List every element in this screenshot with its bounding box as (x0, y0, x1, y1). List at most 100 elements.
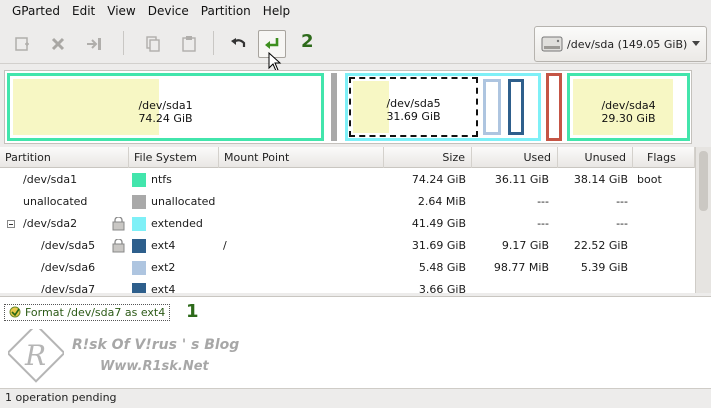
undo-icon (231, 38, 246, 47)
scrollbar-thumb[interactable] (699, 151, 708, 211)
copy-button[interactable] (139, 30, 167, 58)
svg-text:R: R (24, 339, 46, 372)
cell-filesystem: ext4 (151, 283, 176, 293)
col-unused[interactable]: Unused (558, 147, 633, 168)
cell-unused: --- (616, 217, 628, 230)
table-row[interactable]: /dev/sda7 ext4 3.66 GiB (0, 279, 695, 293)
map-unallocated[interactable] (331, 73, 337, 141)
cell-filesystem: ext2 (151, 261, 176, 274)
map-partition-sda5[interactable]: /dev/sda5 31.69 GiB (349, 77, 478, 137)
step-label-2: 2 (301, 31, 314, 52)
table-row[interactable]: /dev/sda6 ext2 5.48 GiB 98.77 MiB 5.39 G… (0, 257, 695, 279)
col-mountpoint[interactable]: Mount Point (219, 147, 384, 168)
fs-color-swatch (132, 261, 146, 275)
col-partition[interactable]: Partition (0, 147, 129, 168)
cell-filesystem: unallocated (151, 195, 216, 208)
cell-partition: /dev/sda1 (23, 173, 78, 186)
map-partition-sda6[interactable] (483, 79, 501, 135)
cell-size: 41.49 GiB (411, 217, 466, 230)
map-sda1-name: /dev/sda1 (138, 99, 193, 112)
paste-icon (182, 36, 196, 52)
map-extended-sda2[interactable]: /dev/sda5 31.69 GiB (345, 73, 541, 141)
menu-partition[interactable]: Partition (195, 4, 257, 18)
watermark-title: R!sk Of V!rus ' s Blog (72, 337, 240, 353)
pending-operation-text: Format /dev/sda7 as ext4 (25, 306, 166, 319)
map-sda1-size: 74.24 GiB (138, 112, 193, 125)
cell-used: 36.11 GiB (494, 173, 549, 186)
delete-icon (51, 37, 65, 51)
cell-unused: 5.39 GiB (580, 261, 628, 274)
format-operation-icon (9, 306, 21, 318)
map-sda5-size: 31.69 GiB (386, 110, 441, 123)
table-header: Partition File System Mount Point Size U… (0, 147, 695, 168)
cell-size: 2.64 MiB (417, 195, 466, 208)
cell-partition: /dev/sda6 (41, 261, 96, 274)
cell-filesystem: ntfs (151, 173, 172, 186)
pending-operation-item[interactable]: Format /dev/sda7 as ext4 (4, 304, 171, 321)
cell-unused: --- (616, 195, 628, 208)
cell-flags: boot (637, 173, 662, 186)
device-selector[interactable]: /dev/sda (149.05 GiB) (534, 26, 707, 62)
fs-color-swatch (132, 217, 146, 231)
map-sda4-size: 29.30 GiB (601, 112, 656, 125)
cell-size: 3.66 GiB (418, 283, 466, 293)
menu-device[interactable]: Device (142, 4, 195, 18)
collapse-expander[interactable] (7, 220, 15, 228)
new-partition-button[interactable] (8, 30, 36, 58)
resize-move-icon (87, 38, 101, 50)
menu-edit[interactable]: Edit (66, 4, 101, 18)
fs-color-swatch (132, 173, 146, 187)
cell-used: --- (537, 195, 549, 208)
resize-move-button[interactable] (80, 30, 108, 58)
paste-button[interactable] (175, 30, 203, 58)
table-row[interactable]: unallocated unallocated 2.64 MiB --- --- (0, 191, 695, 213)
cell-used: 9.17 GiB (501, 239, 549, 252)
cell-used: 98.77 MiB (493, 261, 549, 274)
map-sda4-name: /dev/sda4 (601, 99, 656, 112)
hard-disk-icon (541, 36, 563, 52)
col-filesystem[interactable]: File System (129, 147, 219, 168)
col-used[interactable]: Used (472, 147, 558, 168)
cell-filesystem: extended (151, 217, 203, 230)
fs-color-swatch (132, 195, 146, 209)
fs-color-swatch (132, 283, 146, 293)
menu-gparted[interactable]: GParted (6, 4, 66, 18)
undo-button[interactable] (224, 30, 252, 58)
menubar: GParted Edit View Device Partition Help (0, 0, 711, 22)
col-flags[interactable]: Flags (633, 147, 695, 168)
menu-view[interactable]: View (101, 4, 141, 18)
status-bar: 1 operation pending (0, 388, 711, 408)
lock-icon (112, 217, 125, 231)
step-label-1: 1 (186, 301, 199, 322)
menu-help[interactable]: Help (257, 4, 296, 18)
cell-filesystem: ext4 (151, 239, 176, 252)
cell-partition: /dev/sda2 (23, 217, 78, 230)
col-size[interactable]: Size (384, 147, 472, 168)
new-partition-icon (15, 37, 29, 51)
pending-operations-pane: Format /dev/sda7 as ext4 1 R R!sk Of V!r… (0, 296, 711, 388)
cell-partition: unallocated (23, 195, 88, 208)
cell-partition: /dev/sda7 (41, 283, 96, 293)
map-partition-other[interactable] (546, 73, 562, 141)
cell-mountpoint: / (223, 239, 227, 252)
cell-size: 74.24 GiB (411, 173, 466, 186)
map-partition-sda1[interactable]: /dev/sda1 74.24 GiB (7, 73, 324, 141)
apply-icon (265, 38, 279, 49)
partition-table: Partition File System Mount Point Size U… (0, 147, 695, 293)
map-sda5-name: /dev/sda5 (386, 97, 441, 110)
table-scrollbar[interactable] (695, 147, 711, 293)
table-row[interactable]: /dev/sda1 ntfs 74.24 GiB 36.11 GiB 38.14… (0, 169, 695, 191)
cell-partition: /dev/sda5 (41, 239, 96, 252)
cell-size: 5.48 GiB (418, 261, 466, 274)
cell-unused: 38.14 GiB (573, 173, 628, 186)
cell-unused: 22.52 GiB (573, 239, 628, 252)
map-partition-sda4[interactable]: /dev/sda4 29.30 GiB (567, 73, 690, 141)
chevron-down-icon (692, 41, 700, 46)
table-row[interactable]: /dev/sda2 extended 41.49 GiB --- --- (0, 213, 695, 235)
delete-partition-button[interactable] (44, 30, 72, 58)
fs-color-swatch (132, 239, 146, 253)
copy-icon (146, 36, 160, 52)
table-row[interactable]: /dev/sda5 ext4 / 31.69 GiB 9.17 GiB 22.5… (0, 235, 695, 257)
map-partition-sda7[interactable] (508, 79, 524, 135)
device-label: /dev/sda (149.05 GiB) (567, 37, 688, 51)
